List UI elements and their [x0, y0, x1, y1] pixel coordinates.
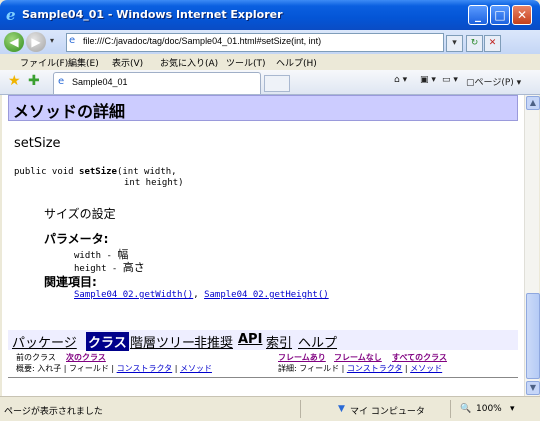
- menu-edit[interactable]: 編集(E): [68, 56, 99, 69]
- new-tab-button[interactable]: [264, 75, 290, 92]
- print-icon[interactable]: ▭ ▾: [442, 75, 458, 85]
- menu-bar: ファイル(F) 編集(E) 表示(V) お気に入り(A) ツール(T) ヘルプ(…: [0, 54, 540, 71]
- see-also-getwidth-link[interactable]: Sample04_02.getWidth(): [74, 290, 193, 300]
- menu-view[interactable]: 表示(V): [112, 56, 143, 69]
- detail-row: 詳細: フィールド | コンストラクタ | メソッド: [278, 364, 443, 373]
- page-icon: e: [69, 35, 76, 46]
- next-class-link[interactable]: 次のクラス: [66, 352, 106, 363]
- no-frames-link[interactable]: フレームなし: [334, 352, 382, 363]
- scroll-down-button[interactable]: ▼: [526, 381, 540, 395]
- vertical-scrollbar[interactable]: ▲ ▼: [524, 95, 540, 396]
- menu-help[interactable]: ヘルプ(H): [276, 56, 317, 69]
- page-content: メソッドの詳細 setSize public void setSize(int …: [2, 95, 524, 396]
- status-separator: [300, 400, 301, 418]
- add-favorites-icon[interactable]: ✚: [28, 73, 40, 89]
- zoom-dropdown-icon[interactable]: ▾: [510, 404, 515, 414]
- back-button[interactable]: ◀: [4, 32, 24, 52]
- method-name-heading: setSize: [14, 136, 61, 151]
- see-also-links: Sample04_02.getWidth(), Sample04_02.getH…: [74, 290, 329, 300]
- zone-text: マイ コンピュータ: [350, 407, 425, 417]
- summary-method-link[interactable]: メソッド: [180, 364, 212, 373]
- zoom-level[interactable]: 100%: [476, 404, 502, 414]
- method-description: サイズの設定: [44, 207, 116, 221]
- title-bar: e Sample04_01 - Windows Internet Explore…: [0, 0, 540, 30]
- tab-row: ★ ✚ e Sample04_01 ⌂ ▾ ▣ ▾ ▭ ▾ ▢ページ(P) ▾: [0, 70, 540, 95]
- tab-sample04-01[interactable]: e Sample04_01: [53, 72, 261, 94]
- bottom-navbar: パッケージ クラス 階層ツリー 非推奨 API 索引 ヘルプ: [8, 330, 518, 351]
- method-signature: public void setSize(int width, int heigh…: [14, 167, 184, 188]
- window-title: Sample04_01 - Windows Internet Explorer: [22, 8, 283, 21]
- nav-tree-link[interactable]: 階層ツリー: [130, 332, 195, 351]
- nav-class-current: クラス: [86, 332, 129, 351]
- all-classes-link[interactable]: すべてのクラス: [392, 352, 447, 363]
- favorites-star-icon[interactable]: ★: [8, 73, 21, 89]
- scroll-thumb[interactable]: [526, 293, 540, 379]
- menu-file[interactable]: ファイル(F): [20, 56, 68, 69]
- address-row: ◀ ▶ ▾ e file:///C:/javadoc/tag/doc/Sampl…: [0, 30, 540, 54]
- minimize-button[interactable]: _: [468, 5, 488, 25]
- nav-help-link[interactable]: ヘルプ: [298, 332, 337, 351]
- nav-deprecated-link[interactable]: 非推奨: [194, 332, 233, 351]
- history-dropdown-icon[interactable]: ▾: [50, 36, 54, 45]
- status-bar: ページが表示されました ▼ マイ コンピュータ 🔍 100% ▾: [0, 396, 540, 421]
- nav-package-link[interactable]: パッケージ: [12, 332, 77, 351]
- ie-window: e Sample04_01 - Windows Internet Explore…: [0, 0, 540, 421]
- section-title: メソッドの詳細: [13, 102, 126, 121]
- summary-constructor-link[interactable]: コンストラクタ: [117, 364, 173, 373]
- tab-label: Sample04_01: [72, 77, 128, 87]
- nav-api-link[interactable]: API: [238, 332, 262, 347]
- prev-class-label: 前のクラス: [16, 353, 56, 362]
- divider: [8, 377, 518, 378]
- status-text: ページが表示されました: [4, 407, 103, 417]
- address-bar[interactable]: e file:///C:/javadoc/tag/doc/Sample04_01…: [66, 33, 444, 52]
- frames-link[interactable]: フレームあり: [278, 352, 326, 363]
- feeds-icon[interactable]: ▣ ▾: [420, 75, 436, 85]
- address-dropdown-button[interactable]: ▾: [446, 35, 463, 52]
- detail-constructor-link[interactable]: コンストラクタ: [347, 364, 403, 373]
- forward-button[interactable]: ▶: [26, 32, 46, 52]
- params-label: パラメータ:: [44, 232, 109, 246]
- refresh-button[interactable]: ↻: [466, 35, 483, 52]
- nav-index-link[interactable]: 索引: [266, 332, 292, 351]
- stop-button[interactable]: ✕: [484, 35, 501, 52]
- close-button[interactable]: ✕: [512, 5, 532, 25]
- method-detail-header: メソッドの詳細: [8, 95, 518, 121]
- see-also-getheight-link[interactable]: Sample04_02.getHeight(): [204, 290, 329, 300]
- maximize-button[interactable]: □: [490, 5, 510, 25]
- summary-row: 概要: 入れ子 | フィールド | コンストラクタ | メソッド: [16, 364, 212, 373]
- menu-favorites[interactable]: お気に入り(A): [160, 56, 218, 69]
- ie-logo-icon: e: [6, 6, 16, 24]
- page-icon: e: [58, 76, 65, 87]
- home-icon[interactable]: ⌂ ▾: [394, 75, 407, 85]
- address-input[interactable]: file:///C:/javadoc/tag/doc/Sample04_01.h…: [83, 36, 321, 46]
- status-separator: [450, 400, 451, 418]
- detail-method-link[interactable]: メソッド: [410, 364, 442, 373]
- page-menu-button[interactable]: ▢ページ(P) ▾: [466, 75, 521, 88]
- zone-icon: ▼: [338, 404, 345, 414]
- zoom-icon[interactable]: 🔍: [460, 404, 471, 414]
- scroll-up-button[interactable]: ▲: [526, 96, 540, 110]
- see-also-label: 関連項目:: [44, 275, 97, 289]
- menu-tools[interactable]: ツール(T): [226, 56, 266, 69]
